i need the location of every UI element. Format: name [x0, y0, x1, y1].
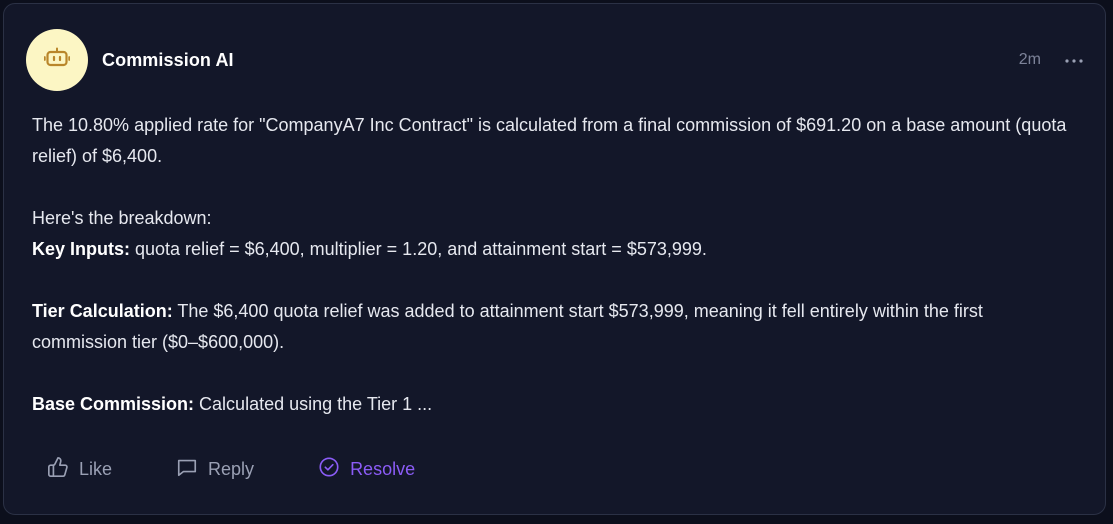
author-name: Commission AI	[102, 49, 234, 70]
timestamp: 2m	[1018, 51, 1041, 68]
key-inputs-label: Key Inputs:	[32, 239, 131, 259]
key-inputs-text: quota relief = $6,400, multiplier = 1.20…	[130, 239, 707, 259]
avatar	[26, 29, 88, 91]
reply-label: Reply	[208, 459, 255, 479]
comment-header: Commission AI 2m	[26, 29, 1085, 91]
summary-paragraph: The 10.80% applied rate for "CompanyA7 I…	[32, 115, 1067, 166]
like-button[interactable]: Like	[47, 456, 112, 483]
tier-text: The $6,400 quota relief was added to att…	[32, 301, 983, 352]
reply-button[interactable]: Reply	[176, 456, 254, 483]
robot-icon	[43, 47, 71, 74]
check-circle-icon	[318, 456, 350, 483]
resolve-button[interactable]: Resolve	[318, 456, 415, 483]
breakdown-intro: Here's the breakdown:	[32, 208, 212, 228]
tier-paragraph: Tier Calculation: The $6,400 quota relie…	[32, 296, 1082, 358]
base-commission-text: Calculated using the Tier 1 ...	[194, 394, 433, 414]
tier-label: Tier Calculation:	[32, 301, 173, 321]
thumbs-up-icon	[47, 456, 79, 483]
ellipsis-icon	[1064, 51, 1084, 69]
like-label: Like	[79, 459, 113, 479]
base-commission-paragraph: Base Commission: Calculated using the Ti…	[32, 389, 1082, 420]
comment-icon	[176, 456, 208, 483]
comment-card: Commission AI 2m The 10.80% applied rate…	[3, 3, 1106, 515]
resolve-label: Resolve	[350, 459, 416, 479]
comment-actions: Like Reply Resolve	[47, 456, 415, 483]
base-commission-label: Base Commission:	[32, 394, 195, 414]
more-options-button[interactable]	[1063, 50, 1085, 70]
comment-body: The 10.80% applied rate for "CompanyA7 I…	[32, 110, 1082, 420]
key-inputs-paragraph: Key Inputs: quota relief = $6,400, multi…	[32, 234, 1082, 265]
